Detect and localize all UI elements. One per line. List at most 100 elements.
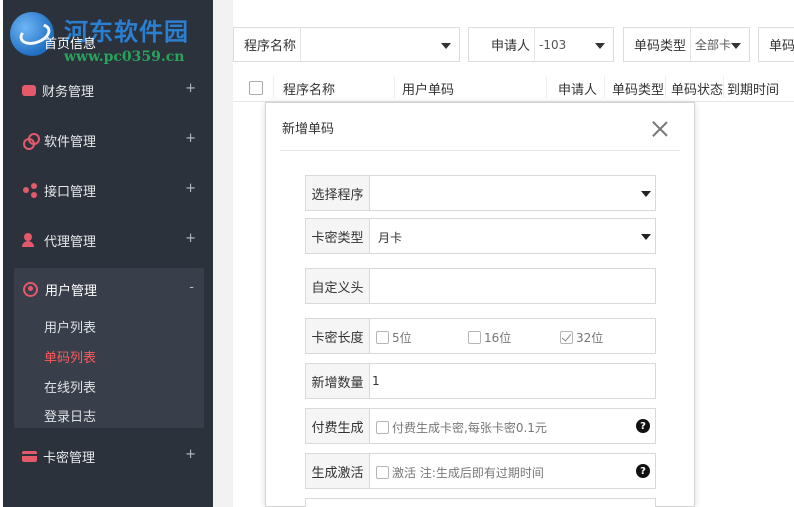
field-label: 自定义头 [306, 269, 370, 303]
quantity-field[interactable]: 新增数量 1 [305, 363, 656, 399]
length-option-16[interactable]: 16位 [468, 329, 511, 346]
user-icon [23, 281, 38, 297]
option-label: 激活 注:生成后即有过期时间 [392, 466, 544, 480]
chevron-down-icon [641, 234, 651, 240]
column-divider [665, 76, 666, 98]
expand-icon[interactable]: + [185, 181, 196, 196]
column-divider [394, 76, 395, 98]
column-divider [723, 76, 724, 98]
checkbox-checked[interactable] [560, 331, 573, 344]
field-label: 选择程序 [306, 176, 370, 210]
column-divider [604, 76, 605, 98]
sidebar-item-api[interactable]: 接口管理 + [14, 175, 204, 205]
paid-generate-field: 付费生成 付费生成卡密,每张卡密0.1元 ? [305, 408, 656, 444]
custom-prefix-field[interactable]: 自定义头 [305, 268, 656, 304]
add-code-dialog: 新增单码 选择程序 卡密类型 月卡 自定义头 卡密长度 5位 16位 32位 新… [265, 102, 695, 507]
wallet-icon [22, 84, 36, 96]
column-header[interactable]: 单码类型 [612, 79, 664, 98]
close-icon[interactable] [652, 121, 668, 137]
sidebar-item-label: 接口管理 [44, 184, 97, 200]
filter-code[interactable]: 单码 [758, 27, 794, 62]
sidebar: 河东软件园 www.pc0359.cn 首页信息 财务管理 + 软件管理 + 接… [0, 0, 213, 507]
length-option-5[interactable]: 5位 [376, 329, 412, 346]
chevron-down-icon [641, 191, 651, 197]
field-label: 新增数量 [306, 364, 370, 398]
sidebar-item-home[interactable]: 首页信息 [44, 33, 96, 52]
checkbox[interactable] [376, 466, 389, 479]
help-icon[interactable]: ? [636, 419, 650, 433]
sidebar-item-label: 财务管理 [42, 84, 95, 100]
field-value: 1 [372, 374, 380, 388]
expand-icon[interactable]: + [185, 131, 196, 146]
sidebar-subitem-user-list[interactable]: 用户列表 [44, 317, 96, 336]
column-header[interactable]: 到期时间 [727, 79, 779, 98]
field-value: 月卡 [378, 231, 403, 245]
help-icon[interactable]: ? [636, 464, 650, 478]
sidebar-item-software[interactable]: 软件管理 + [14, 125, 204, 155]
column-header[interactable]: 申请人 [558, 79, 597, 98]
column-header[interactable]: 用户单码 [402, 79, 454, 98]
sidebar-item-users[interactable]: 用户管理 - [14, 274, 204, 304]
window-edge [0, 0, 3, 507]
field-label: 生成激活 [306, 454, 370, 488]
watermark-logo: 河东软件园 www.pc0359.cn [6, 8, 211, 70]
sidebar-item-agent[interactable]: 代理管理 + [14, 225, 204, 255]
agent-icon [22, 232, 38, 248]
sidebar-subitem-online-list[interactable]: 在线列表 [44, 377, 96, 396]
field-label: 卡密类型 [306, 219, 370, 253]
expand-icon[interactable]: + [185, 81, 196, 96]
filter-value: -103 [539, 37, 567, 52]
sidebar-subitem-code-list[interactable]: 单码列表 [44, 347, 96, 366]
checkbox[interactable] [376, 421, 389, 434]
dialog-title: 新增单码 [282, 122, 335, 137]
activate-field: 生成激活 激活 注:生成后即有过期时间 ? [305, 453, 656, 489]
field-label: 付费生成 [306, 409, 370, 443]
column-header[interactable]: 程序名称 [283, 79, 335, 98]
length-option-32[interactable]: 32位 [560, 329, 603, 346]
next-field-partial [305, 498, 656, 507]
checkbox[interactable] [376, 331, 389, 344]
sidebar-item-label: 代理管理 [44, 234, 97, 250]
column-divider [273, 76, 274, 98]
expand-icon[interactable]: + [185, 447, 196, 462]
filter-label: 申请人 [469, 28, 536, 61]
table-header: 程序名称 用户单码 申请人 单码类型 单码状态 到期时间 [233, 72, 794, 102]
sidebar-item-label: 软件管理 [44, 134, 97, 150]
filter-label: 单码类型 [624, 28, 692, 61]
select-all-checkbox[interactable] [249, 81, 263, 95]
column-divider [546, 76, 547, 98]
column-header[interactable]: 单码状态 [671, 79, 723, 98]
link-icon [22, 132, 40, 150]
sidebar-subitem-login-log[interactable]: 登录日志 [44, 406, 96, 425]
expand-icon[interactable]: + [185, 231, 196, 246]
filter-label: 程序名称 [234, 28, 302, 61]
option-label: 5位 [392, 331, 412, 345]
activate-option[interactable]: 激活 注:生成后即有过期时间 [376, 464, 544, 481]
option-label: 32位 [576, 331, 604, 345]
filter-label: 单码 [759, 28, 794, 61]
option-label: 16位 [484, 331, 512, 345]
filter-program-name[interactable]: 程序名称 [233, 27, 460, 62]
option-label: 付费生成卡密,每张卡密0.1元 [392, 421, 547, 435]
filter-code-type[interactable]: 单码类型 全部卡 [623, 27, 750, 62]
chevron-down-icon [441, 43, 451, 49]
field-label: 卡密长度 [306, 319, 370, 353]
dialog-divider [280, 150, 680, 151]
sidebar-item-cards[interactable]: 卡密管理 + [14, 441, 204, 471]
card-icon [22, 450, 37, 462]
card-type-select[interactable]: 卡密类型 月卡 [305, 218, 656, 254]
chevron-down-icon [595, 43, 605, 49]
select-program-field[interactable]: 选择程序 [305, 175, 656, 211]
paid-generate-option[interactable]: 付费生成卡密,每张卡密0.1元 [376, 419, 547, 436]
chevron-down-icon [731, 43, 741, 49]
card-length-field: 卡密长度 5位 16位 32位 [305, 318, 656, 354]
filter-applicant[interactable]: 申请人 -103 [468, 27, 614, 62]
sidebar-item-label: 用户管理 [45, 283, 98, 299]
sidebar-group-users: 用户管理 - 用户列表 单码列表 在线列表 登录日志 [14, 268, 204, 428]
collapse-icon[interactable]: - [189, 280, 194, 295]
sidebar-item-finance[interactable]: 财务管理 + [14, 75, 204, 105]
checkbox[interactable] [468, 331, 481, 344]
share-icon [22, 182, 38, 198]
filter-value: 全部卡 [695, 38, 732, 52]
sidebar-item-label: 卡密管理 [43, 450, 96, 466]
